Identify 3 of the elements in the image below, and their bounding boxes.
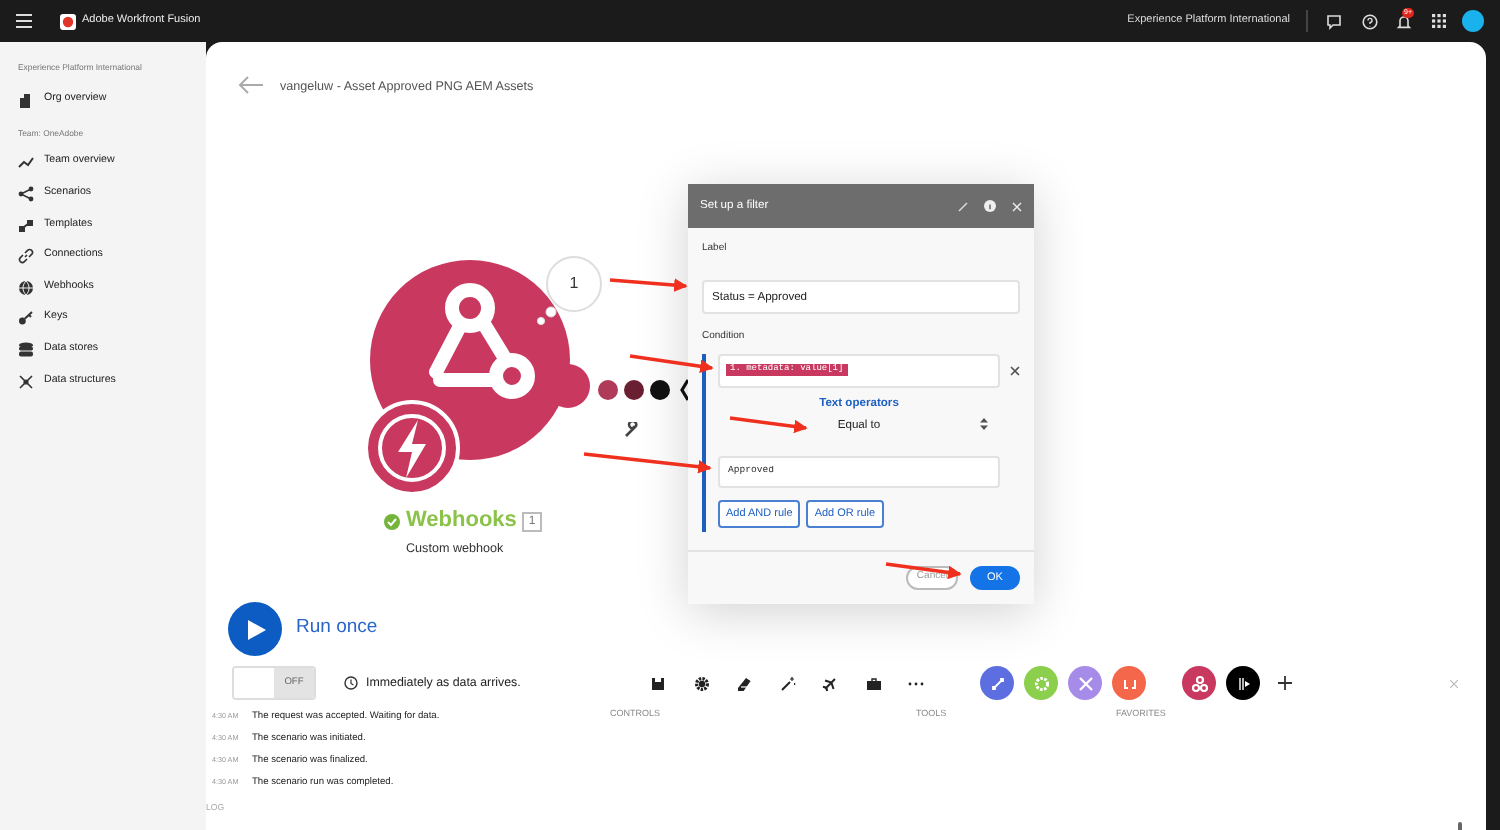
module-name: Webhooks (406, 510, 517, 532)
count-bubble: 1 (546, 256, 602, 312)
run-once-label[interactable]: Run once (296, 614, 378, 644)
